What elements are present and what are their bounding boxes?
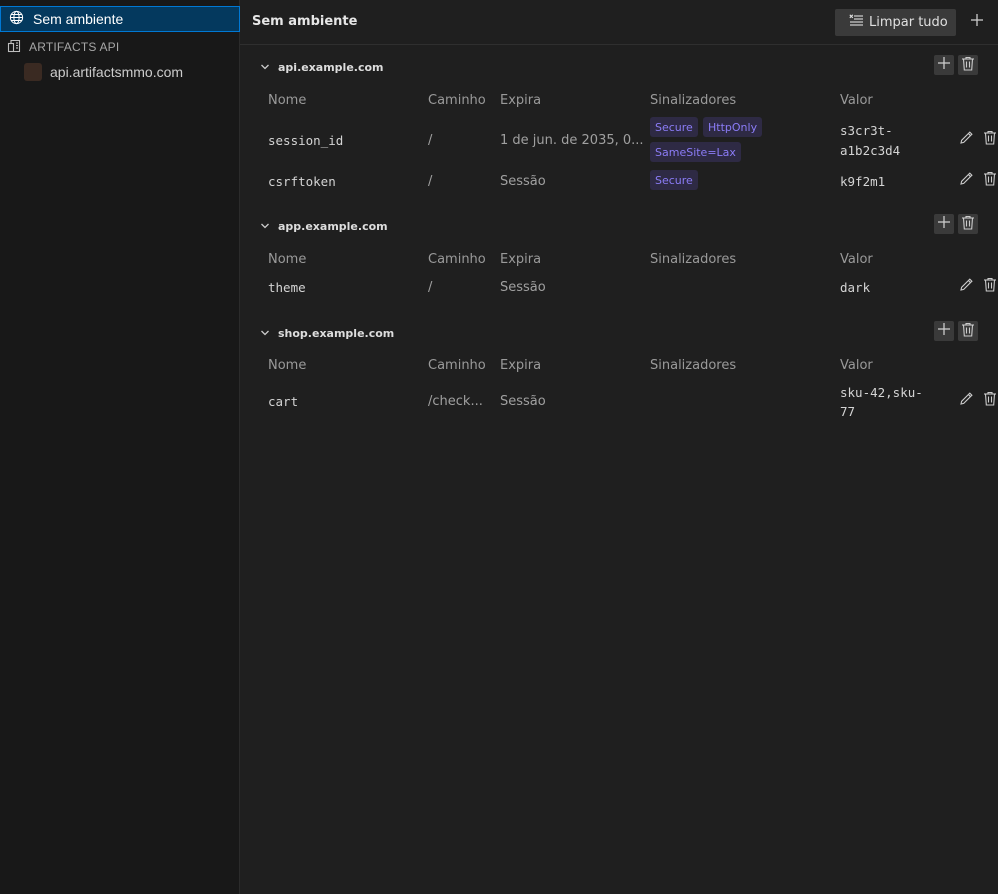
cookie-path: / [428, 280, 433, 295]
chevron-down-icon [260, 60, 270, 75]
trash-icon [983, 171, 997, 190]
cookie-path: /check... [428, 394, 483, 409]
cookie-expires: Sessão [500, 174, 546, 189]
column-header-flags: Sinalizadores [650, 252, 737, 267]
domain-group-toggle[interactable]: shop.example.com [260, 323, 394, 343]
chevron-down-icon [260, 326, 270, 341]
edit-cookie-button[interactable] [958, 277, 974, 296]
sidebar-section-artifacts-api[interactable]: ARTIFACTS API [0, 37, 240, 57]
clear-all-label: Limpar tudo [869, 15, 948, 30]
clear-all-button[interactable]: Limpar tudo [835, 9, 956, 36]
trash-icon [983, 130, 997, 149]
pencil-icon [959, 277, 974, 296]
domain-label: app.example.com [278, 219, 388, 233]
column-header-value: Valor [840, 358, 873, 373]
edit-cookie-button[interactable] [958, 391, 974, 410]
domain-actions [934, 214, 978, 234]
cookie-value-line1: s3cr3t- [840, 123, 893, 138]
trash-icon [961, 56, 975, 75]
cookie-name: cart [268, 394, 299, 409]
column-header-expires: Expira [500, 252, 542, 267]
panel-header: Sem ambiente Limpar tudo [240, 0, 998, 45]
plus-icon [937, 322, 951, 340]
cookie-name: csrftoken [268, 174, 336, 189]
delete-cookie-button[interactable] [982, 171, 998, 190]
pencil-icon [959, 171, 974, 190]
pencil-icon [959, 130, 974, 149]
column-header-path: Caminho [428, 358, 486, 373]
domain-label: api.example.com [278, 60, 384, 74]
column-header-name: Nome [268, 252, 307, 267]
domain-actions [934, 55, 978, 75]
sidebar-item-no-environment[interactable]: Sem ambiente [0, 6, 240, 32]
add-cookie-button[interactable] [967, 12, 987, 32]
column-header-flags: Sinalizadores [650, 93, 737, 108]
delete-domain-button[interactable] [958, 321, 978, 341]
add-cookie-to-domain-button[interactable] [934, 321, 954, 341]
flag-badge-httponly: HttpOnly [703, 117, 763, 137]
trash-icon [961, 215, 975, 234]
edit-cookie-button[interactable] [958, 130, 974, 149]
column-header-flags: Sinalizadores [650, 358, 737, 373]
cookie-path: / [428, 174, 433, 189]
flag-badge-secure: Secure [650, 117, 698, 137]
cookie-path: / [428, 133, 433, 148]
flag-badge-secure: Secure [650, 170, 698, 190]
plus-icon [970, 13, 984, 31]
sidebar-item-api-artifactsmmo[interactable]: api.artifactsmmo.com [0, 61, 240, 83]
cookie-value-line2: 77 [840, 404, 856, 419]
domain-actions [934, 321, 978, 341]
column-header-expires: Expira [500, 358, 542, 373]
cookie-value-line1: k9f2m1 [840, 174, 886, 189]
cookie-expires: Sessão [500, 394, 546, 409]
page-title: Sem ambiente [252, 14, 358, 29]
column-header-value: Valor [840, 93, 873, 108]
cookie-value-line2: a1b2c3d4 [840, 143, 901, 158]
environment-icon [7, 38, 23, 57]
sidebar-section-label: ARTIFACTS API [29, 40, 120, 54]
chevron-down-icon [260, 219, 270, 234]
cookie-value-line1: sku-42,sku- [840, 385, 923, 400]
cookie-name: session_id [268, 133, 344, 148]
trash-icon [983, 277, 997, 296]
pencil-icon [959, 391, 974, 410]
add-cookie-to-domain-button[interactable] [934, 55, 954, 75]
sidebar-item-label: api.artifactsmmo.com [50, 64, 184, 80]
sidebar-item-label: Sem ambiente [33, 11, 124, 27]
delete-cookie-button[interactable] [982, 130, 998, 149]
column-header-path: Caminho [428, 93, 486, 108]
domain-label: shop.example.com [278, 326, 395, 340]
environment-color-swatch [24, 63, 42, 81]
plus-icon [937, 56, 951, 74]
edit-cookie-button[interactable] [958, 171, 974, 190]
trash-icon [961, 322, 975, 341]
delete-domain-button[interactable] [958, 214, 978, 234]
column-header-expires: Expira [500, 93, 542, 108]
delete-domain-button[interactable] [958, 55, 978, 75]
cookie-expires: Sessão [500, 280, 546, 295]
trash-icon [983, 391, 997, 410]
delete-cookie-button[interactable] [982, 277, 998, 296]
column-header-path: Caminho [428, 252, 486, 267]
clear-all-icon [849, 14, 864, 31]
cookie-value-line1: dark [840, 280, 871, 295]
cookie-expires: 1 de jun. de 2035, 0... [500, 133, 644, 148]
column-header-name: Nome [268, 93, 307, 108]
globe-icon [9, 10, 24, 29]
cookie-name: theme [268, 280, 306, 295]
sidebar: Sem ambiente ARTIFACTS API api.artifacts… [0, 0, 240, 894]
domain-group-toggle[interactable]: api.example.com [260, 57, 384, 77]
column-header-value: Valor [840, 252, 873, 267]
column-header-name: Nome [268, 358, 307, 373]
add-cookie-to-domain-button[interactable] [934, 214, 954, 234]
domain-group-toggle[interactable]: app.example.com [260, 216, 388, 236]
flag-badge-samesite: SameSite=Lax [650, 142, 741, 162]
cookie-manager-panel: Sem ambiente Limpar tudo api.example.com… [240, 0, 998, 894]
plus-icon [937, 215, 951, 233]
delete-cookie-button[interactable] [982, 391, 998, 410]
